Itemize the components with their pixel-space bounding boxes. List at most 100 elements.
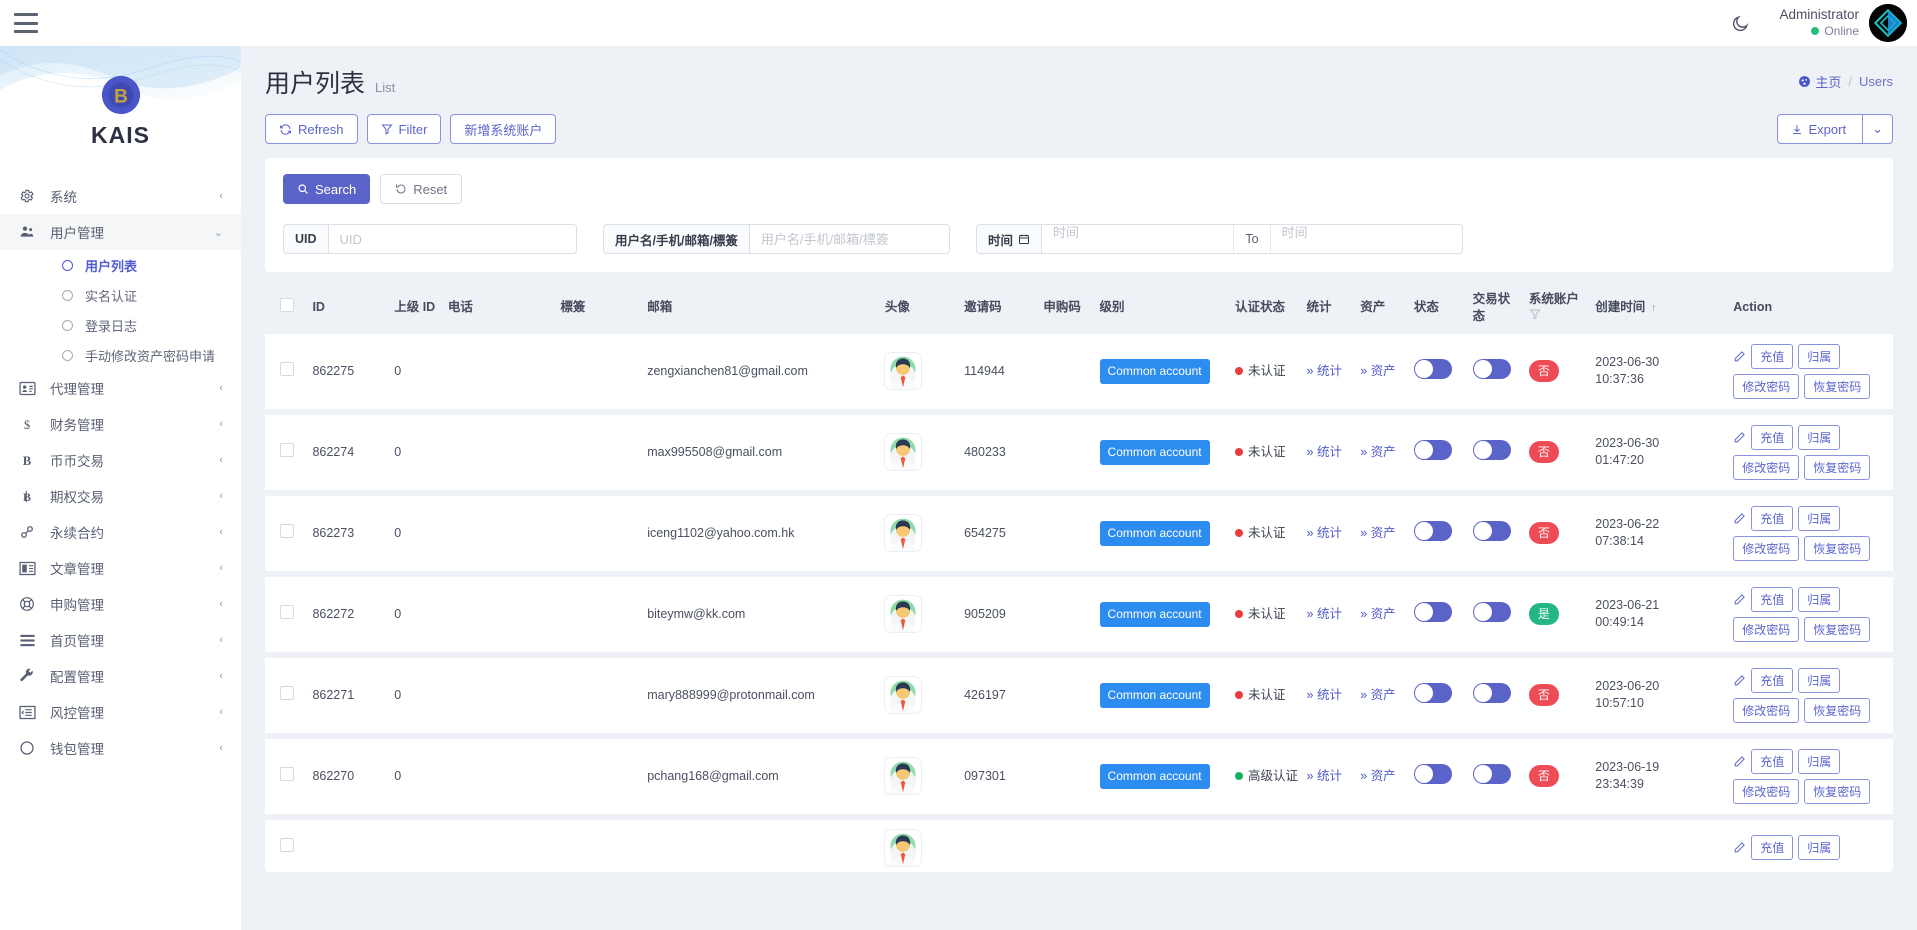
recharge-button[interactable]: 充值 bbox=[1751, 425, 1793, 450]
sidebar-subitem-user-list[interactable]: 用户列表 bbox=[0, 250, 241, 280]
sidebar-item-homepage-management[interactable]: 首页管理 ‹ bbox=[0, 622, 241, 658]
change-password-button[interactable]: 修改密码 bbox=[1733, 455, 1799, 480]
edit-icon[interactable] bbox=[1733, 512, 1746, 525]
sidebar-item-wallet-management[interactable]: 钱包管理 ‹ bbox=[0, 730, 241, 766]
sidebar-subitem-real-name-auth[interactable]: 实名认证 bbox=[0, 280, 241, 310]
sidebar-item-system[interactable]: 系统 ‹ bbox=[0, 178, 241, 214]
sidebar-subitem-manual-password-request[interactable]: 手动修改资产密码申请 bbox=[0, 340, 241, 370]
header-auth-status[interactable]: 认证状态 bbox=[1231, 282, 1303, 334]
state-toggle[interactable] bbox=[1414, 602, 1452, 622]
statistics-link[interactable]: » 统计 bbox=[1307, 769, 1342, 783]
sidebar-subitem-login-log[interactable]: 登录日志 bbox=[0, 310, 241, 340]
edit-icon[interactable] bbox=[1733, 674, 1746, 687]
edit-icon[interactable] bbox=[1733, 841, 1746, 854]
row-checkbox[interactable] bbox=[280, 686, 294, 700]
assets-link[interactable]: » 资产 bbox=[1360, 769, 1395, 783]
breadcrumb-home[interactable]: 主页 bbox=[1798, 72, 1841, 91]
funnel-filter-icon[interactable] bbox=[1529, 308, 1541, 320]
state-toggle[interactable] bbox=[1414, 683, 1452, 703]
restore-password-button[interactable]: 恢复密码 bbox=[1804, 698, 1870, 723]
select-all-checkbox[interactable] bbox=[280, 298, 294, 312]
header-parent-id[interactable]: 上级 ID bbox=[390, 282, 444, 334]
recharge-button[interactable]: 充值 bbox=[1751, 668, 1793, 693]
state-toggle[interactable] bbox=[1414, 764, 1452, 784]
restore-password-button[interactable]: 恢复密码 bbox=[1804, 536, 1870, 561]
change-password-button[interactable]: 修改密码 bbox=[1733, 779, 1799, 804]
belong-button[interactable]: 归属 bbox=[1798, 344, 1840, 369]
user-avatar-icon[interactable] bbox=[885, 677, 921, 713]
change-password-button[interactable]: 修改密码 bbox=[1733, 536, 1799, 561]
restore-password-button[interactable]: 恢复密码 bbox=[1804, 455, 1870, 480]
header-id[interactable]: ID bbox=[308, 282, 390, 334]
user-avatar-icon[interactable] bbox=[885, 596, 921, 632]
edit-icon[interactable] bbox=[1733, 350, 1746, 363]
user-avatar-icon[interactable] bbox=[885, 434, 921, 470]
belong-button[interactable]: 归属 bbox=[1798, 749, 1840, 774]
row-checkbox[interactable] bbox=[280, 524, 294, 538]
trade-state-toggle[interactable] bbox=[1473, 764, 1511, 784]
time-to-input[interactable] bbox=[1271, 225, 1462, 240]
user-avatar-icon[interactable] bbox=[885, 758, 921, 794]
sidebar-item-risk-management[interactable]: 风控管理 ‹ bbox=[0, 694, 241, 730]
add-system-account-button[interactable]: 新增系统账户 bbox=[450, 114, 556, 144]
header-phone[interactable]: 电话 bbox=[444, 282, 556, 334]
statistics-link[interactable]: » 统计 bbox=[1307, 364, 1342, 378]
breadcrumb-current[interactable]: Users bbox=[1859, 74, 1893, 89]
avatar[interactable] bbox=[1869, 4, 1907, 42]
trade-state-toggle[interactable] bbox=[1473, 521, 1511, 541]
header-invite-code[interactable]: 邀请码 bbox=[960, 282, 1039, 334]
header-created-time[interactable]: 创建时间 ↑ bbox=[1591, 282, 1729, 334]
recharge-button[interactable]: 充值 bbox=[1751, 749, 1793, 774]
sidebar-item-subscription-management[interactable]: 申购管理 ‹ bbox=[0, 586, 241, 622]
sidebar-item-user-management[interactable]: 用户管理 ⌄ bbox=[0, 214, 241, 250]
sidebar-item-agent-management[interactable]: 代理管理 ‹ bbox=[0, 370, 241, 406]
trade-state-toggle[interactable] bbox=[1473, 683, 1511, 703]
state-toggle[interactable] bbox=[1414, 359, 1452, 379]
export-dropdown-button[interactable]: ⌄ bbox=[1863, 114, 1893, 144]
edit-icon[interactable] bbox=[1733, 755, 1746, 768]
user-avatar-icon[interactable] bbox=[885, 515, 921, 551]
sidebar-item-perpetual-contract[interactable]: 永续合约 ‹ bbox=[0, 514, 241, 550]
recharge-button[interactable]: 充值 bbox=[1751, 506, 1793, 531]
state-toggle[interactable] bbox=[1414, 440, 1452, 460]
assets-link[interactable]: » 资产 bbox=[1360, 445, 1395, 459]
user-search-input[interactable] bbox=[750, 225, 949, 253]
row-checkbox[interactable] bbox=[280, 838, 294, 852]
belong-button[interactable]: 归属 bbox=[1798, 425, 1840, 450]
row-checkbox[interactable] bbox=[280, 605, 294, 619]
user-info[interactable]: Administrator Online bbox=[1779, 7, 1859, 39]
refresh-button[interactable]: Refresh bbox=[265, 114, 358, 144]
trade-state-toggle[interactable] bbox=[1473, 602, 1511, 622]
user-avatar-icon[interactable] bbox=[885, 830, 921, 866]
recharge-button[interactable]: 充值 bbox=[1751, 835, 1793, 860]
statistics-link[interactable]: » 统计 bbox=[1307, 445, 1342, 459]
assets-link[interactable]: » 资产 bbox=[1360, 607, 1395, 621]
export-button[interactable]: Export bbox=[1777, 114, 1864, 144]
recharge-button[interactable]: 充值 bbox=[1751, 587, 1793, 612]
change-password-button[interactable]: 修改密码 bbox=[1733, 698, 1799, 723]
restore-password-button[interactable]: 恢复密码 bbox=[1804, 779, 1870, 804]
sidebar-item-article-management[interactable]: 文章管理 ‹ bbox=[0, 550, 241, 586]
edit-icon[interactable] bbox=[1733, 593, 1746, 606]
sidebar-item-config-management[interactable]: 配置管理 ‹ bbox=[0, 658, 241, 694]
filter-button[interactable]: Filter bbox=[367, 114, 442, 144]
recharge-button[interactable]: 充值 bbox=[1751, 344, 1793, 369]
assets-link[interactable]: » 资产 bbox=[1360, 364, 1395, 378]
dark-mode-toggle[interactable] bbox=[1723, 6, 1757, 40]
statistics-link[interactable]: » 统计 bbox=[1307, 688, 1342, 702]
edit-icon[interactable] bbox=[1733, 431, 1746, 444]
time-from-input[interactable] bbox=[1042, 225, 1233, 240]
state-toggle[interactable] bbox=[1414, 521, 1452, 541]
change-password-button[interactable]: 修改密码 bbox=[1733, 617, 1799, 642]
menu-toggle-icon[interactable] bbox=[14, 13, 38, 33]
belong-button[interactable]: 归属 bbox=[1798, 835, 1840, 860]
trade-state-toggle[interactable] bbox=[1473, 359, 1511, 379]
row-checkbox[interactable] bbox=[280, 362, 294, 376]
belong-button[interactable]: 归属 bbox=[1798, 668, 1840, 693]
uid-input[interactable] bbox=[329, 225, 576, 253]
change-password-button[interactable]: 修改密码 bbox=[1733, 374, 1799, 399]
restore-password-button[interactable]: 恢复密码 bbox=[1804, 374, 1870, 399]
header-tag[interactable]: 標簽 bbox=[556, 282, 643, 334]
reset-button[interactable]: Reset bbox=[380, 174, 462, 204]
statistics-link[interactable]: » 统计 bbox=[1307, 526, 1342, 540]
